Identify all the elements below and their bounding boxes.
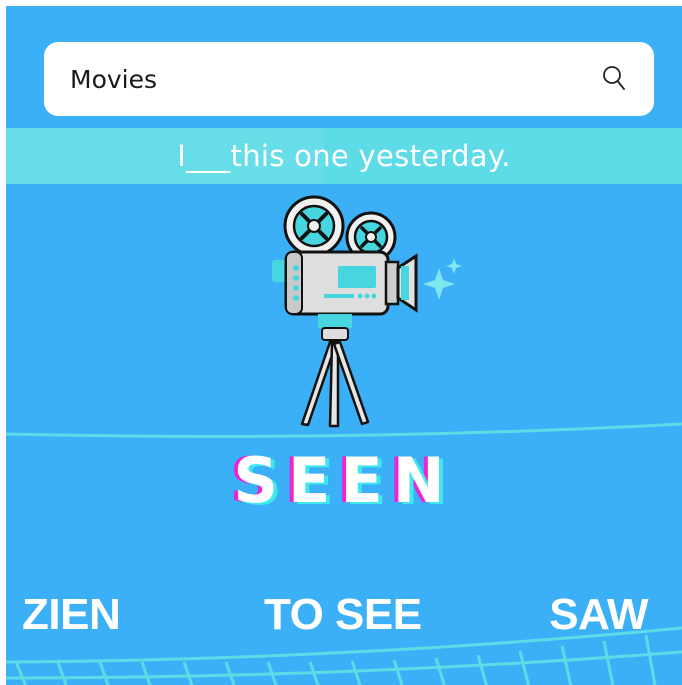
answer-word: SEEN (233, 444, 455, 517)
question-text: I___this one yesterday. (177, 139, 511, 173)
movie-camera-icon (272, 195, 462, 428)
answer-display: SEEN SEEN SEEN (6, 444, 682, 518)
quiz-card: Movies I___this one yesterday. SEEN SEEN… (6, 6, 682, 685)
sparkle-icon (423, 258, 462, 300)
search-icon[interactable] (600, 64, 630, 94)
search-bar[interactable]: Movies (44, 42, 654, 116)
search-input[interactable]: Movies (70, 65, 157, 94)
question-band: I___this one yesterday. (6, 128, 682, 184)
film-strip-decoration (6, 626, 682, 685)
